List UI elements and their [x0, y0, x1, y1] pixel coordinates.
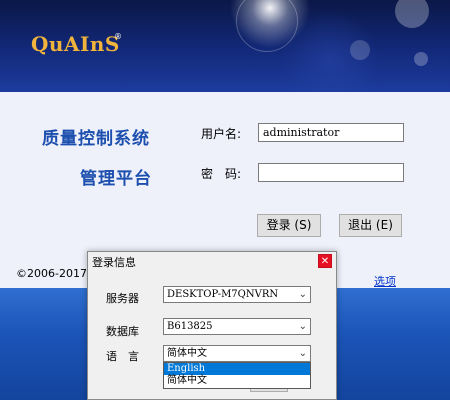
decor-circle [414, 52, 428, 66]
chevron-down-icon: ⌄ [298, 289, 307, 300]
copyright-text: ©2006-2017 C [16, 267, 99, 280]
server-label: 服务器 [106, 292, 139, 305]
login-button[interactable]: 登录 (S) [257, 214, 321, 237]
quains-logo: QuAInS [31, 32, 120, 56]
server-select[interactable]: DESKTOP-M7QNVRN ⌄ [163, 286, 311, 303]
database-select[interactable]: B613825 ⌄ [163, 318, 311, 335]
language-label: 语 言 [106, 350, 139, 363]
header-banner: QuAInS ® [0, 0, 450, 92]
server-value: DESKTOP-M7QNVRN [167, 289, 279, 300]
exit-button[interactable]: 退出 (E) [339, 214, 402, 237]
password-input[interactable] [258, 163, 404, 182]
username-label: 用户名: [201, 127, 242, 141]
chevron-down-icon: ⌄ [298, 348, 307, 359]
decor-circle [236, 0, 298, 52]
database-value: B613825 [167, 321, 213, 332]
registered-mark: ® [114, 32, 122, 41]
language-select[interactable]: 简体中文 ⌄ [163, 345, 311, 362]
database-label: 数据库 [106, 325, 139, 338]
username-input[interactable] [258, 123, 404, 142]
language-dropdown-list: English 简体中文 [163, 362, 311, 389]
decor-circle [350, 40, 370, 60]
chevron-down-icon: ⌄ [298, 321, 307, 332]
login-info-dialog: 登录信息 ✕ 服务器 DESKTOP-M7QNVRN ⌄ 数据库 B613825… [87, 251, 337, 400]
decor-circle [395, 0, 429, 28]
system-title-line1: 质量控制系统 [42, 129, 150, 149]
close-icon[interactable]: ✕ [318, 254, 332, 268]
password-label: 密 码: [201, 167, 242, 181]
system-title-line2: 管理平台 [80, 169, 152, 189]
language-option-chinese[interactable]: 简体中文 [164, 375, 310, 387]
dialog-title: 登录信息 [92, 256, 136, 269]
language-value: 简体中文 [167, 348, 207, 359]
options-link[interactable]: 选项 [374, 273, 396, 289]
login-window: QuAInS ® 质量控制系统 管理平台 用户名: 密 码: 登录 (S) 退出… [0, 0, 450, 400]
language-option-english[interactable]: English [164, 363, 310, 375]
